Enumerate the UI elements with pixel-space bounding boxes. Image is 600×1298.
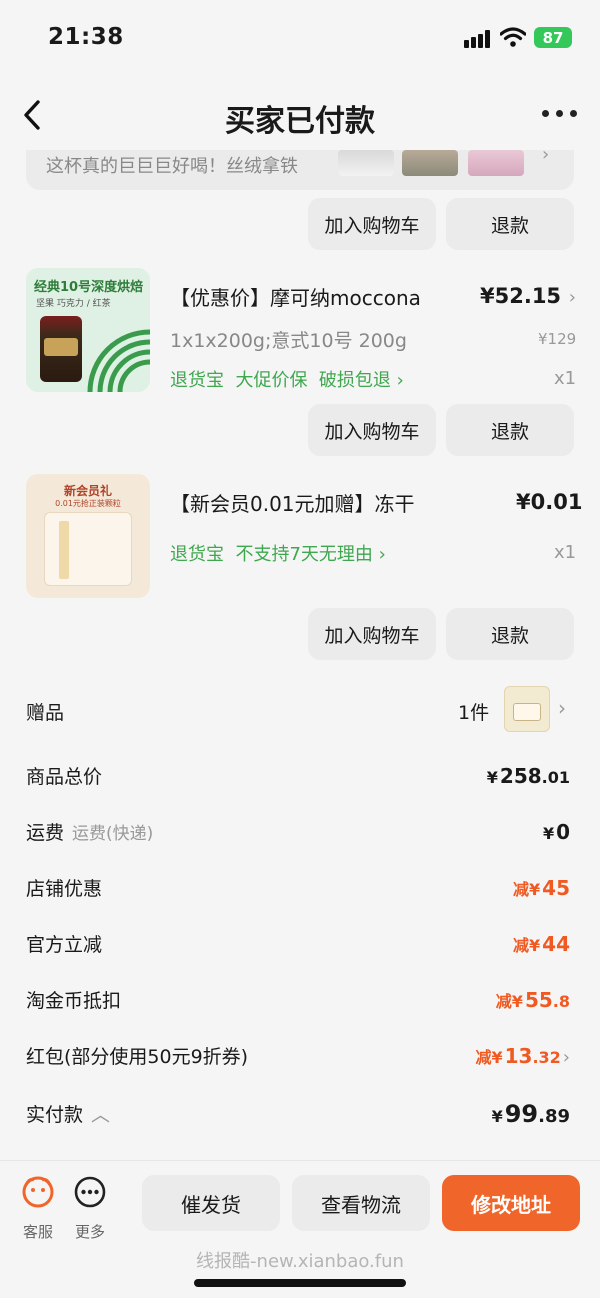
more-button[interactable]: 更多 [70, 1173, 110, 1241]
shipping-sublabel: 运费(快递) [72, 824, 154, 844]
urge-shipping-button[interactable]: 催发货 [142, 1175, 280, 1231]
service-tags[interactable]: 退货宝 不支持7天无理由 › [170, 540, 386, 566]
add-to-cart-button[interactable]: 加入购物车 [308, 608, 436, 660]
gift-count: 1件 [458, 702, 490, 724]
product-image[interactable]: 新会员礼 0.01元抢正装颗粒 [26, 474, 150, 598]
chevron-right-icon: › [562, 1047, 570, 1068]
product-qty: x1 [554, 542, 577, 563]
gift-thumbnail[interactable] [504, 686, 550, 732]
shipping-label: 运费 运费(快递) [26, 822, 154, 844]
product-price: ¥0.01 [516, 490, 583, 514]
original-price: ¥129 [538, 330, 577, 348]
service-tags-text: 退货宝 不支持7天无理由 [170, 544, 373, 565]
more-label: 更多 [74, 1223, 105, 1241]
product-qty: x1 [554, 368, 577, 389]
promo-thumb-1 [338, 150, 394, 176]
refund-button[interactable]: 退款 [446, 404, 574, 456]
shipping-value: ¥0 [542, 820, 570, 844]
chevron-right-icon: › [390, 370, 404, 391]
more-circle-icon [74, 1176, 106, 1208]
roast-scale-graphic [87, 329, 150, 392]
product-title[interactable]: 【优惠价】摩可纳moccona [170, 282, 421, 311]
product-image-title: 经典10号深度烘焙 [34, 280, 144, 295]
watermark: 线报酷-new.xianbao.fun [196, 1251, 404, 1272]
promo-thumb-2 [402, 150, 458, 176]
paid-value: ¥99.89 [491, 1100, 570, 1128]
coins-deduct-value: 减¥ 55.8 [495, 988, 570, 1012]
chevron-right-icon: › [563, 287, 576, 308]
refund-button[interactable]: 退款 [446, 608, 574, 660]
chevron-up-icon: ︿ [91, 1104, 111, 1126]
promo-thumb-3 [468, 150, 524, 176]
battery-icon: 87 [534, 27, 572, 48]
official-discount-label: 官方立减 [26, 934, 103, 956]
wifi-icon [500, 27, 526, 47]
subtotal-value: ¥258.01 [486, 764, 570, 788]
red-packet-value[interactable]: 减¥ 13.32 › [475, 1044, 570, 1068]
product-price-value: ¥52.15 [480, 284, 562, 308]
promo-text: 这杯真的巨巨巨好喝！丝绒拿铁 [46, 156, 298, 177]
product-image[interactable]: 经典10号深度烘焙 坚果 巧克力 / 红茶 [26, 268, 150, 392]
red-packet-label: 红包(部分使用50元9折券) [26, 1046, 249, 1068]
view-logistics-button[interactable]: 查看物流 [292, 1175, 430, 1231]
product-image-title: 新会员礼 [63, 484, 112, 498]
bottom-action-bar: 客服 更多 催发货 查看物流 修改地址 线报酷-new.xianbao.fun [0, 1160, 600, 1298]
product-title[interactable]: 【新会员0.01元加赠】冻干 [170, 488, 415, 517]
paid-label[interactable]: 实付款 ︿ [26, 1100, 110, 1127]
promo-strip[interactable]: 这杯真的巨巨巨好喝！丝绒拿铁 › [26, 150, 574, 190]
product-image-sub: 0.01元抢正装颗粒 [55, 499, 121, 508]
nav-bar: 买家已付款 [0, 78, 600, 150]
signal-icon [464, 30, 492, 48]
subtotal-label: 商品总价 [26, 766, 103, 788]
home-indicator[interactable] [194, 1279, 406, 1287]
product-price: ¥52.15 › [480, 284, 576, 308]
customer-service-button[interactable]: 客服 [18, 1173, 58, 1241]
status-bar: 21:38 87 [0, 0, 600, 78]
battery-level: 87 [542, 28, 564, 47]
add-to-cart-button[interactable]: 加入购物车 [308, 198, 436, 250]
order-content[interactable]: 这杯真的巨巨巨好喝！丝绒拿铁 › 加入购物车 退款 经典10号深度烘焙 坚果 巧… [0, 150, 600, 1160]
coins-deduct-label: 淘金币抵扣 [26, 990, 122, 1012]
refund-button[interactable]: 退款 [446, 198, 574, 250]
service-label: 客服 [22, 1223, 53, 1241]
coffee-jar [40, 316, 82, 382]
chevron-right-icon: › [542, 150, 550, 165]
chevron-right-icon[interactable]: › [558, 696, 566, 720]
chevron-right-icon: › [372, 544, 386, 565]
official-discount-value: 减¥ 44 [513, 932, 570, 956]
service-icon [22, 1176, 54, 1208]
change-address-button[interactable]: 修改地址 [442, 1175, 580, 1231]
page-title: 买家已付款 [225, 104, 375, 139]
gift-label: 赠品 [26, 702, 65, 724]
product-spec: 1x1x200g;意式10号 200g [170, 330, 407, 352]
more-icon[interactable] [540, 108, 580, 120]
gift-card-graphic [44, 512, 132, 586]
store-discount-value: 减¥ 45 [513, 876, 570, 900]
store-discount-label: 店铺优惠 [26, 878, 103, 900]
status-time: 21:38 [48, 24, 124, 50]
service-tags[interactable]: 退货宝 大促价保 破损包退 › [170, 366, 404, 392]
add-to-cart-button[interactable]: 加入购物车 [308, 404, 436, 456]
service-tags-text: 退货宝 大促价保 破损包退 [170, 370, 391, 391]
